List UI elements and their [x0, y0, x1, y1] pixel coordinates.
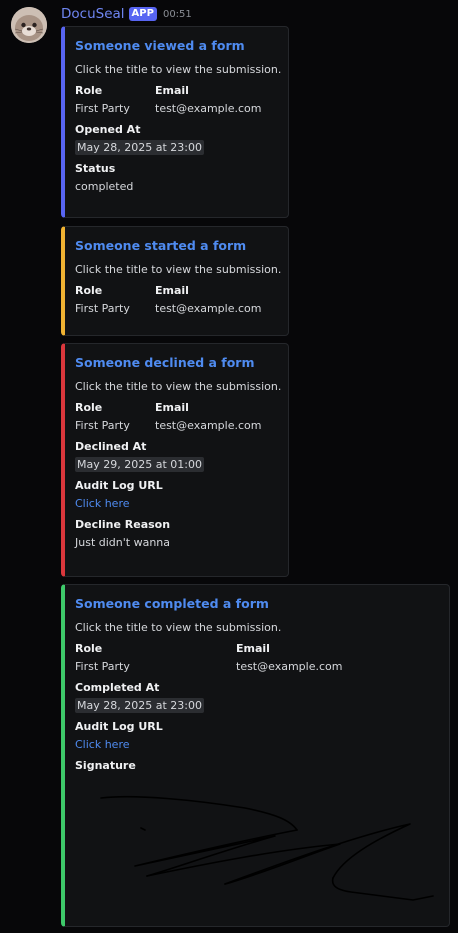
field-value: test@example.com [155, 419, 262, 432]
embed-description: Click the title to view the submission. [75, 380, 282, 393]
field-name: Email [155, 284, 189, 297]
field-value: First Party [75, 302, 130, 315]
embed-completed: Someone completed a form Click the title… [61, 584, 450, 927]
message: DocuSeal APP 00:51 Someone viewed a form… [0, 0, 458, 933]
field-role: Role First Party [75, 84, 155, 115]
audit-log-link[interactable]: Click here [75, 738, 437, 751]
field-completed-at: Completed At May 28, 2025 at 23:00 [75, 681, 437, 713]
app-badge: APP [128, 7, 157, 21]
field-name: Role [75, 84, 103, 97]
field-opened-at: Opened At May 28, 2025 at 23:00 [75, 123, 276, 155]
author-name[interactable]: DocuSeal [61, 6, 125, 22]
embed-viewed: Someone viewed a form Click the title to… [61, 26, 289, 218]
field-status: Status completed [75, 162, 276, 193]
field-value: completed [75, 180, 134, 193]
fields-row: Role First Party Email test@example.com [75, 401, 276, 432]
field-email: Email test@example.com [155, 401, 261, 432]
field-name: Status [75, 162, 116, 175]
field-audit-log: Audit Log URL Click here [75, 479, 276, 510]
fields-row: Role First Party Email test@example.com [75, 642, 437, 673]
timestamp-code: May 28, 2025 at 23:00 [75, 698, 204, 713]
embed-description: Click the title to view the submission. [75, 63, 282, 76]
signature-image[interactable] [75, 784, 437, 904]
field-audit-log: Audit Log URL Click here [75, 720, 437, 751]
embed-title[interactable]: Someone declined a form [75, 355, 276, 371]
field-name: Audit Log URL [75, 720, 163, 733]
field-value: test@example.com [155, 302, 262, 315]
field-value: First Party [75, 419, 130, 432]
field-name: Email [155, 401, 189, 414]
field-name: Completed At [75, 681, 160, 694]
field-name: Role [75, 284, 103, 297]
embed-description: Click the title to view the submission. [75, 621, 282, 634]
field-decline-reason: Decline Reason Just didn't wanna [75, 518, 276, 549]
field-declined-at: Declined At May 29, 2025 at 01:00 [75, 440, 276, 472]
field-value: First Party [75, 660, 130, 673]
field-value: test@example.com [236, 660, 343, 673]
timestamp-code: May 28, 2025 at 23:00 [75, 140, 204, 155]
embed-title[interactable]: Someone completed a form [75, 596, 437, 612]
field-name: Audit Log URL [75, 479, 163, 492]
embed-title[interactable]: Someone viewed a form [75, 38, 276, 54]
field-value: May 28, 2025 at 23:00 [75, 140, 276, 155]
field-name: Opened At [75, 123, 141, 136]
field-value: Just didn't wanna [75, 536, 171, 549]
field-role: Role First Party [75, 401, 155, 432]
field-name: Declined At [75, 440, 147, 453]
field-email: Email test@example.com [155, 84, 261, 115]
fields-row: Role First Party Email test@example.com [75, 84, 276, 115]
message-header: DocuSeal APP 00:51 [61, 5, 192, 23]
field-value: First Party [75, 102, 130, 115]
embed-description: Click the title to view the submission. [75, 263, 282, 276]
embed-started: Someone started a form Click the title t… [61, 226, 289, 336]
field-name: Decline Reason [75, 518, 171, 531]
fields-row: Role First Party Email test@example.com [75, 284, 276, 315]
field-value: May 29, 2025 at 01:00 [75, 457, 276, 472]
timestamp-code: May 29, 2025 at 01:00 [75, 457, 204, 472]
field-name: Role [75, 401, 103, 414]
field-role: Role First Party [75, 642, 236, 673]
field-signature: Signature [75, 759, 437, 908]
field-value: test@example.com [155, 102, 262, 115]
field-name: Email [155, 84, 189, 97]
avatar[interactable] [11, 7, 47, 43]
field-name: Role [75, 642, 103, 655]
seal-avatar-icon [11, 7, 47, 43]
embed-declined: Someone declined a form Click the title … [61, 343, 289, 577]
field-email: Email test@example.com [155, 284, 261, 315]
field-name: Email [236, 642, 270, 655]
field-name: Signature [75, 759, 136, 772]
field-role: Role First Party [75, 284, 155, 315]
audit-log-link[interactable]: Click here [75, 497, 276, 510]
timestamp[interactable]: 00:51 [163, 9, 192, 20]
field-email: Email test@example.com [236, 642, 342, 673]
field-value: May 28, 2025 at 23:00 [75, 698, 437, 713]
embed-title[interactable]: Someone started a form [75, 238, 276, 254]
